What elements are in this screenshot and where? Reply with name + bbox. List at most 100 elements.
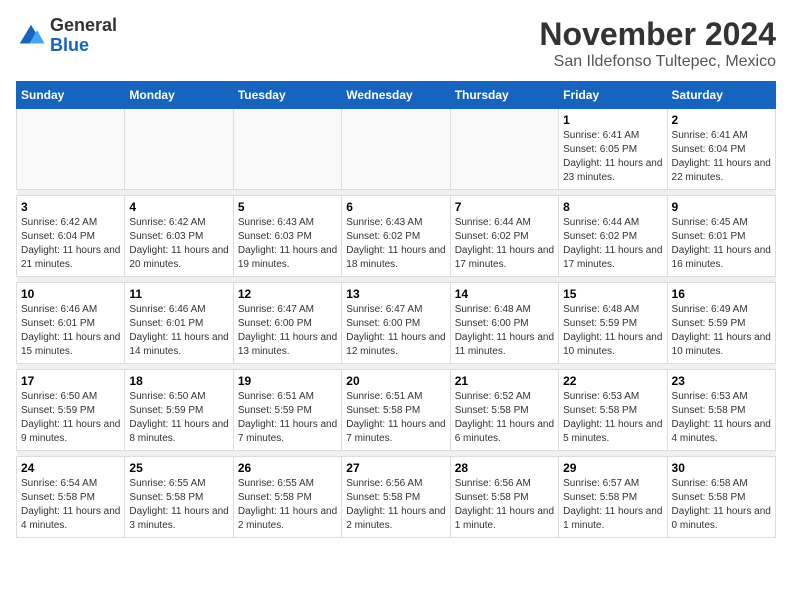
calendar-cell: 1 Sunrise: 6:41 AMSunset: 6:05 PMDaylight… [559,109,667,190]
header-day: Sunday [17,82,125,109]
calendar-cell: 9 Sunrise: 6:45 AMSunset: 6:01 PMDaylight… [667,196,775,277]
day-number: 6 [346,200,445,214]
day-detail: Sunrise: 6:56 AMSunset: 5:58 PMDaylight:… [346,477,445,533]
logo: General Blue [16,16,117,56]
calendar-week: 1 Sunrise: 6:41 AMSunset: 6:05 PMDaylight… [17,109,776,190]
day-number: 21 [455,374,554,388]
day-number: 12 [238,287,337,301]
calendar-cell [233,109,341,190]
day-detail: Sunrise: 6:53 AMSunset: 5:58 PMDaylight:… [563,390,662,446]
day-number: 25 [129,461,228,475]
title-section: November 2024 San Ildefonso Tultepec, Me… [539,16,776,71]
calendar-cell: 3 Sunrise: 6:42 AMSunset: 6:04 PMDaylight… [17,196,125,277]
day-detail: Sunrise: 6:51 AMSunset: 5:59 PMDaylight:… [238,390,337,446]
day-number: 29 [563,461,662,475]
day-number: 3 [21,200,120,214]
day-detail: Sunrise: 6:41 AMSunset: 6:05 PMDaylight:… [563,129,662,185]
header-day: Tuesday [233,82,341,109]
day-detail: Sunrise: 6:56 AMSunset: 5:58 PMDaylight:… [455,477,554,533]
day-number: 22 [563,374,662,388]
day-number: 4 [129,200,228,214]
day-detail: Sunrise: 6:46 AMSunset: 6:01 PMDaylight:… [129,303,228,359]
calendar-cell: 8 Sunrise: 6:44 AMSunset: 6:02 PMDaylight… [559,196,667,277]
day-number: 13 [346,287,445,301]
header-day: Wednesday [342,82,450,109]
calendar-cell: 13 Sunrise: 6:47 AMSunset: 6:00 PMDayligh… [342,283,450,364]
day-number: 30 [672,461,771,475]
month-title: November 2024 [539,16,776,53]
header-day: Monday [125,82,233,109]
day-number: 1 [563,113,662,127]
day-number: 2 [672,113,771,127]
day-detail: Sunrise: 6:47 AMSunset: 6:00 PMDaylight:… [346,303,445,359]
calendar-cell: 10Sunrise: 6:46 AMSunset: 6:01 PMDayligh… [17,283,125,364]
day-number: 18 [129,374,228,388]
day-number: 14 [455,287,554,301]
calendar-cell: 29 Sunrise: 6:57 AMSunset: 5:58 PMDayligh… [559,457,667,538]
calendar: SundayMondayTuesdayWednesdayThursdayFrid… [16,81,776,538]
day-detail: Sunrise: 6:52 AMSunset: 5:58 PMDaylight:… [455,390,554,446]
day-number: 9 [672,200,771,214]
logo-general: General [50,16,117,36]
day-detail: Sunrise: 6:44 AMSunset: 6:02 PMDaylight:… [455,216,554,272]
calendar-week: 24Sunrise: 6:54 AMSunset: 5:58 PMDayligh… [17,457,776,538]
day-number: 16 [672,287,771,301]
day-detail: Sunrise: 6:48 AMSunset: 5:59 PMDaylight:… [563,303,662,359]
day-number: 15 [563,287,662,301]
calendar-cell: 27 Sunrise: 6:56 AMSunset: 5:58 PMDayligh… [342,457,450,538]
calendar-cell [125,109,233,190]
day-detail: Sunrise: 6:43 AMSunset: 6:03 PMDaylight:… [238,216,337,272]
day-number: 8 [563,200,662,214]
day-detail: Sunrise: 6:58 AMSunset: 5:58 PMDaylight:… [672,477,771,533]
day-detail: Sunrise: 6:50 AMSunset: 5:59 PMDaylight:… [21,390,120,446]
calendar-cell: 28 Sunrise: 6:56 AMSunset: 5:58 PMDayligh… [450,457,558,538]
day-detail: Sunrise: 6:55 AMSunset: 5:58 PMDaylight:… [129,477,228,533]
day-number: 11 [129,287,228,301]
header-day: Thursday [450,82,558,109]
calendar-cell: 14 Sunrise: 6:48 AMSunset: 6:00 PMDayligh… [450,283,558,364]
calendar-week: 17Sunrise: 6:50 AMSunset: 5:59 PMDayligh… [17,370,776,451]
calendar-cell: 15 Sunrise: 6:48 AMSunset: 5:59 PMDayligh… [559,283,667,364]
page-header: General Blue November 2024 San Ildefonso… [16,16,776,71]
day-detail: Sunrise: 6:42 AMSunset: 6:03 PMDaylight:… [129,216,228,272]
day-number: 19 [238,374,337,388]
day-detail: Sunrise: 6:48 AMSunset: 6:00 PMDaylight:… [455,303,554,359]
calendar-cell: 17Sunrise: 6:50 AMSunset: 5:59 PMDayligh… [17,370,125,451]
day-detail: Sunrise: 6:57 AMSunset: 5:58 PMDaylight:… [563,477,662,533]
calendar-cell: 19 Sunrise: 6:51 AMSunset: 5:59 PMDayligh… [233,370,341,451]
calendar-cell: 2Sunrise: 6:41 AMSunset: 6:04 PMDaylight… [667,109,775,190]
calendar-header: SundayMondayTuesdayWednesdayThursdayFrid… [17,82,776,109]
calendar-week: 10 Sunrise: 6:46 AMSunset: 6:01 PMDayligh… [17,283,776,364]
logo-icon [16,21,46,51]
calendar-cell: 5 Sunrise: 6:43 AMSunset: 6:03 PMDaylight… [233,196,341,277]
logo-blue: Blue [50,36,117,56]
calendar-cell: 4 Sunrise: 6:42 AMSunset: 6:03 PMDaylight… [125,196,233,277]
day-detail: Sunrise: 6:44 AMSunset: 6:02 PMDaylight:… [563,216,662,272]
day-number: 10 [21,287,120,301]
day-number: 5 [238,200,337,214]
day-number: 20 [346,374,445,388]
day-detail: Sunrise: 6:49 AMSunset: 5:59 PMDaylight:… [672,303,771,359]
calendar-cell [450,109,558,190]
calendar-cell: 21 Sunrise: 6:52 AMSunset: 5:58 PMDayligh… [450,370,558,451]
calendar-cell: 12 Sunrise: 6:47 AMSunset: 6:00 PMDayligh… [233,283,341,364]
calendar-cell: 25 Sunrise: 6:55 AMSunset: 5:58 PMDayligh… [125,457,233,538]
day-number: 26 [238,461,337,475]
calendar-cell: 30 Sunrise: 6:58 AMSunset: 5:58 PMDayligh… [667,457,775,538]
day-number: 7 [455,200,554,214]
day-detail: Sunrise: 6:53 AMSunset: 5:58 PMDaylight:… [672,390,771,446]
header-day: Saturday [667,82,775,109]
day-detail: Sunrise: 6:45 AMSunset: 6:01 PMDaylight:… [672,216,771,272]
calendar-cell: 24Sunrise: 6:54 AMSunset: 5:58 PMDayligh… [17,457,125,538]
day-detail: Sunrise: 6:47 AMSunset: 6:00 PMDaylight:… [238,303,337,359]
day-detail: Sunrise: 6:42 AMSunset: 6:04 PMDaylight:… [21,216,120,272]
calendar-cell: 20Sunrise: 6:51 AMSunset: 5:58 PMDayligh… [342,370,450,451]
calendar-cell: 18Sunrise: 6:50 AMSunset: 5:59 PMDayligh… [125,370,233,451]
day-number: 28 [455,461,554,475]
calendar-body: 1 Sunrise: 6:41 AMSunset: 6:05 PMDaylight… [17,109,776,538]
calendar-cell [17,109,125,190]
calendar-cell: 16 Sunrise: 6:49 AMSunset: 5:59 PMDayligh… [667,283,775,364]
calendar-cell: 6Sunrise: 6:43 AMSunset: 6:02 PMDaylight… [342,196,450,277]
day-number: 27 [346,461,445,475]
calendar-cell [342,109,450,190]
